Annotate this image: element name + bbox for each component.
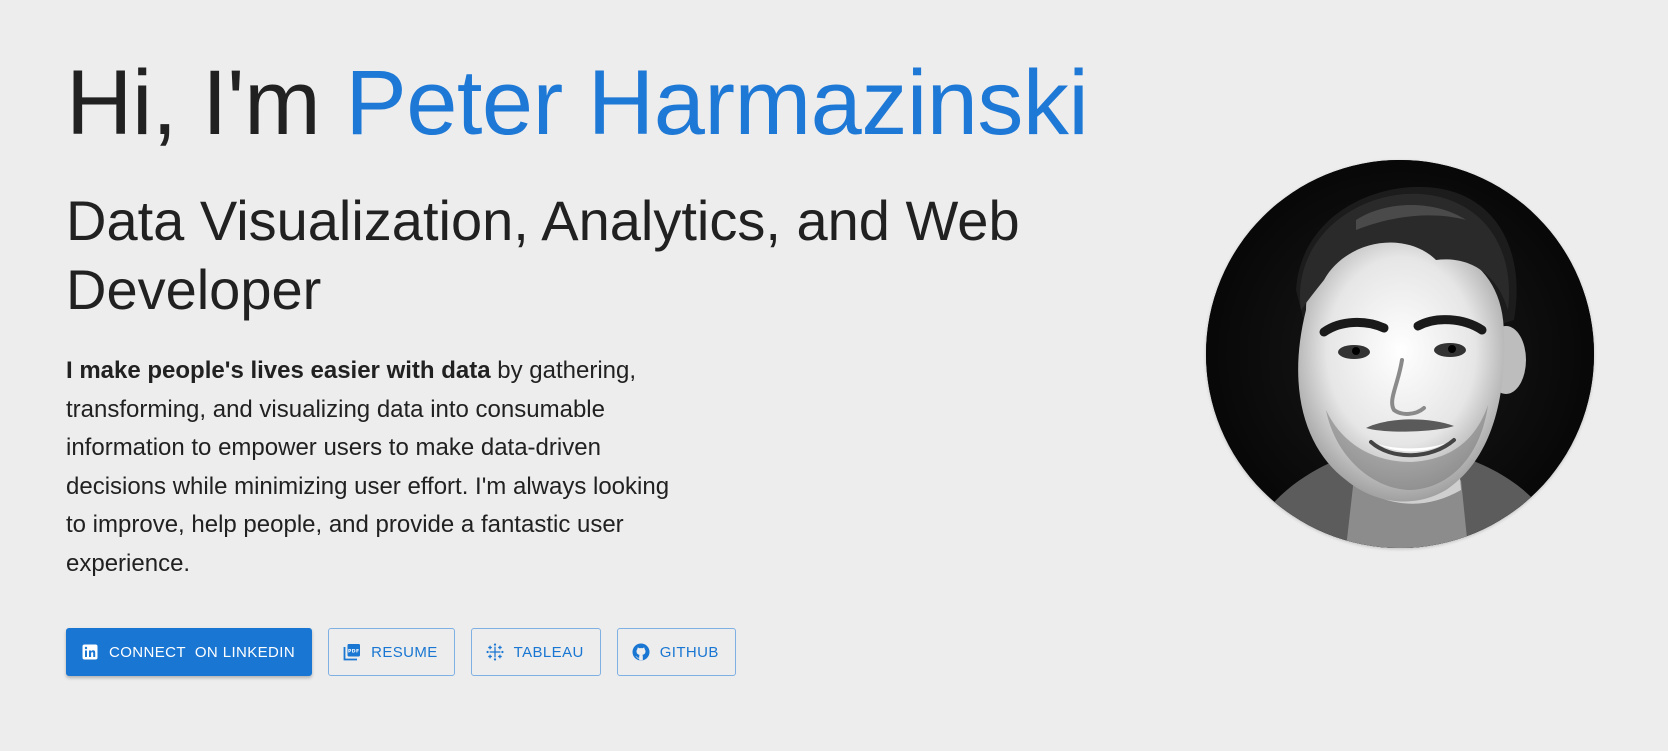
tableau-button-label: TABLEAU: [513, 643, 584, 661]
profile-photo: [1206, 160, 1594, 548]
avatar: [1206, 160, 1594, 548]
resume-button[interactable]: PDF RESUME: [328, 628, 455, 676]
connect-linkedin-button[interactable]: CONNECT ON LINKEDIN: [66, 628, 313, 676]
resume-button-label: RESUME: [371, 643, 438, 661]
github-button-label: GITHUB: [659, 643, 719, 661]
tableau-icon: [486, 643, 504, 661]
tableau-button[interactable]: TABLEAU: [470, 628, 601, 676]
github-icon: [632, 643, 650, 661]
linkedin-icon: [81, 643, 99, 661]
greeting-text: Hi, I'm: [66, 52, 346, 154]
linkedin-button-label: CONNECT ON LINKEDIN: [109, 643, 296, 661]
hero-section: Hi, I'm Peter Harmazinski Data Visualiza…: [66, 42, 1166, 583]
bio-paragraph: I make people's lives easier with data b…: [66, 352, 686, 583]
pdf-icon: PDF: [343, 643, 361, 661]
page-title: Hi, I'm Peter Harmazinski: [66, 42, 1166, 164]
name-text: Peter Harmazinski: [345, 52, 1089, 154]
action-buttons: CONNECT ON LINKEDIN PDF RESUME TABLEAU G…: [66, 628, 736, 676]
svg-text:PDF: PDF: [348, 649, 360, 655]
job-title: Data Visualization, Analytics, and Web D…: [66, 189, 1020, 321]
bio-text: by gathering, transforming, and visualiz…: [66, 357, 670, 577]
bio-emphasis: I make people's lives easier with data: [66, 357, 491, 384]
github-button[interactable]: GITHUB: [616, 628, 736, 676]
